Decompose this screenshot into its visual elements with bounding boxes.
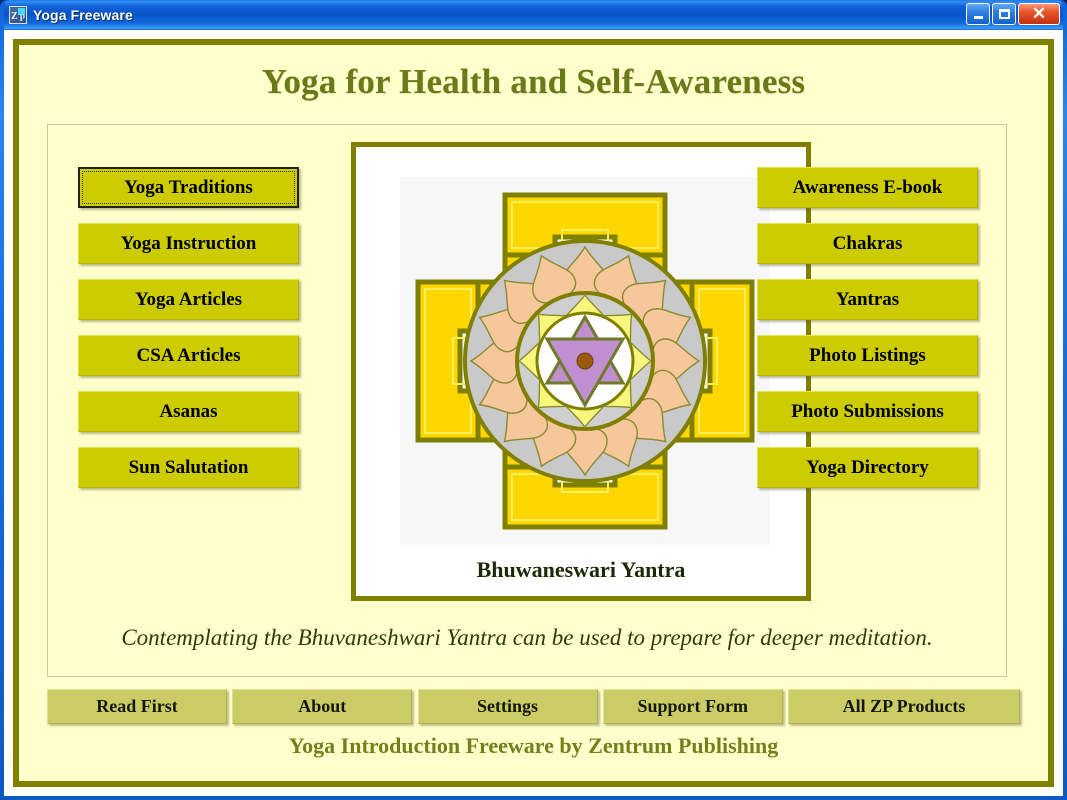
minimize-button[interactable] — [966, 3, 990, 25]
maximize-button[interactable] — [992, 3, 1016, 25]
app-icon: Z P — [9, 6, 27, 24]
button-settings[interactable]: Settings — [417, 689, 598, 724]
client-area: Yoga for Health and Self-Awareness Yoga … — [4, 30, 1063, 796]
button-yoga-articles[interactable]: Yoga Articles — [78, 279, 299, 320]
yantra-caption: Bhuwaneswari Yantra — [476, 557, 686, 582]
button-support-form[interactable]: Support Form — [602, 689, 783, 724]
app-icon-letter-z: Z — [11, 11, 18, 22]
page-title: Yoga for Health and Self-Awareness — [261, 62, 806, 101]
button-yoga-instruction[interactable]: Yoga Instruction — [78, 223, 299, 264]
main-panel: Yoga Traditions Yoga Instruction Yoga Ar… — [47, 124, 1007, 677]
bottom-button-row: Read First About Settings Support Form A… — [47, 689, 1020, 724]
right-button-column: Awareness E-book Chakras Yantras Photo L… — [757, 167, 978, 503]
footer-text: Yoga Introduction Freeware by Zentrum Pu… — [288, 733, 779, 758]
app-icon-letter-p: P — [19, 13, 26, 23]
yantra-image-panel: Bhuwaneswari Yantra — [351, 142, 811, 601]
button-photo-listings[interactable]: Photo Listings — [757, 335, 978, 376]
app-frame: Yoga for Health and Self-Awareness Yoga … — [13, 39, 1054, 787]
yantra-svg — [415, 192, 755, 530]
button-all-zp-products[interactable]: All ZP Products — [788, 689, 1020, 724]
button-asanas[interactable]: Asanas — [78, 391, 299, 432]
button-read-first[interactable]: Read First — [47, 689, 227, 724]
button-yantras[interactable]: Yantras — [757, 279, 978, 320]
button-chakras[interactable]: Chakras — [757, 223, 978, 264]
button-csa-articles[interactable]: CSA Articles — [78, 335, 299, 376]
button-yoga-traditions[interactable]: Yoga Traditions — [78, 167, 299, 208]
button-photo-submissions[interactable]: Photo Submissions — [757, 391, 978, 432]
maximize-icon — [998, 9, 1010, 19]
minimize-icon — [973, 16, 983, 19]
title-bar[interactable]: Z P Yoga Freeware ✕ — [4, 0, 1063, 30]
button-sun-salutation[interactable]: Sun Salutation — [78, 447, 299, 488]
window-title: Yoga Freeware — [33, 7, 133, 23]
button-yoga-directory[interactable]: Yoga Directory — [757, 447, 978, 488]
button-about[interactable]: About — [232, 689, 413, 724]
yantra-graphic — [400, 177, 770, 545]
window-controls: ✕ — [966, 3, 1060, 25]
close-icon: ✕ — [1031, 3, 1047, 23]
left-button-column: Yoga Traditions Yoga Instruction Yoga Ar… — [78, 167, 299, 503]
quote-text: Contemplating the Bhuvaneshwari Yantra c… — [121, 625, 933, 650]
application-window: Z P Yoga Freeware ✕ Yoga for Health and … — [0, 0, 1067, 800]
button-awareness-ebook[interactable]: Awareness E-book — [757, 167, 978, 208]
close-button[interactable]: ✕ — [1018, 3, 1060, 25]
